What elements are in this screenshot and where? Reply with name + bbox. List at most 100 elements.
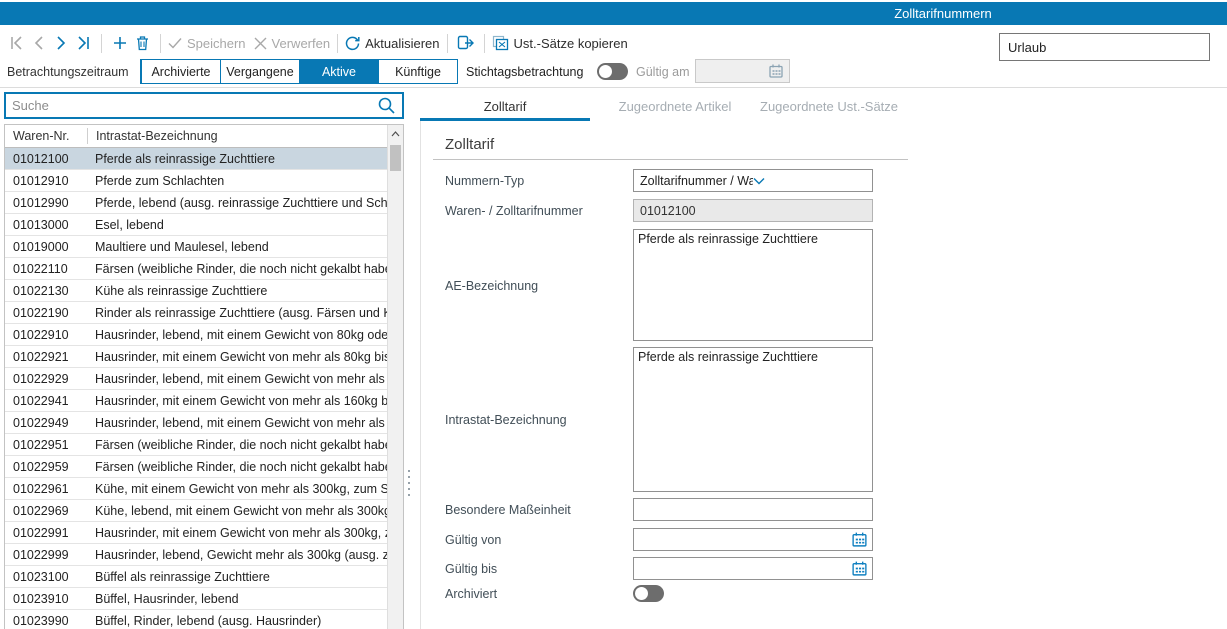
table-row[interactable]: 01022941 Hausrinder, mit einem Gewicht v…	[5, 390, 388, 412]
table-row[interactable]: 01022969 Kühe, lebend, mit einem Gewicht…	[5, 500, 388, 522]
toggle-knob	[635, 587, 648, 600]
stichtagsbetrachtung-toggle[interactable]	[597, 63, 628, 80]
copy-table-icon	[492, 35, 509, 51]
add-record-button[interactable]	[109, 32, 131, 54]
row-waren-nr: 01022949	[5, 416, 87, 430]
table-row[interactable]: 01022921 Hausrinder, mit einem Gewicht v…	[5, 346, 388, 368]
row-bezeichnung: Hausrinder, lebend, mit einem Gewicht vo…	[87, 328, 388, 342]
table-row[interactable]: 01022951 Färsen (weibliche Rinder, die n…	[5, 434, 388, 456]
row-waren-nr: 01023100	[5, 570, 87, 584]
row-bezeichnung: Rinder als reinrassige Zuchttiere (ausg.…	[87, 306, 388, 320]
table-row[interactable]: 01022999 Hausrinder, lebend, Gewicht meh…	[5, 544, 388, 566]
row-waren-nr: 01022999	[5, 548, 87, 562]
table-row[interactable]: 01022130 Kühe als reinrassige Zuchttiere	[5, 280, 388, 302]
first-record-button[interactable]	[6, 32, 28, 54]
quick-search-input[interactable]	[999, 33, 1210, 61]
pane-splitter[interactable]	[406, 470, 412, 496]
nummern-typ-select[interactable]: Zolltarifnummer / Warennummer	[633, 169, 873, 192]
zeitraum-segment[interactable]: Aktive	[299, 60, 378, 83]
table-row[interactable]: 01022190 Rinder als reinrassige Zuchttie…	[5, 302, 388, 324]
row-bezeichnung: Färsen (weibliche Rinder, die noch nicht…	[87, 438, 388, 452]
last-record-button[interactable]	[72, 32, 94, 54]
gueltig-von-datefield[interactable]	[633, 528, 873, 551]
scrollbar-thumb[interactable]	[390, 145, 401, 171]
row-waren-nr: 01012100	[5, 152, 87, 166]
row-waren-nr: 01022941	[5, 394, 87, 408]
warennummer-field: 01012100	[633, 199, 873, 222]
table-row[interactable]: 01019000 Maultiere und Maulesel, lebend	[5, 236, 388, 258]
row-bezeichnung: Esel, lebend	[87, 218, 388, 232]
panel-divider	[420, 121, 421, 629]
search-icon[interactable]	[377, 96, 396, 115]
table-row[interactable]: 01012100 Pferde als reinrassige Zuchttie…	[5, 148, 388, 170]
column-header-intrastat[interactable]: Intrastat-Bezeichnung	[88, 129, 388, 143]
row-waren-nr: 01022190	[5, 306, 87, 320]
table-row[interactable]: 01022961 Kühe, mit einem Gewicht von meh…	[5, 478, 388, 500]
toolbar-separator	[101, 34, 102, 53]
zeitraum-segmented-control: Archivierte Vergangene Aktive Künftige	[140, 59, 458, 84]
copy-record-button[interactable]	[455, 32, 477, 54]
row-bezeichnung: Hausrinder, lebend, mit einem Gewicht vo…	[87, 372, 388, 386]
row-bezeichnung: Maultiere und Maulesel, lebend	[87, 240, 388, 254]
row-waren-nr: 01012990	[5, 196, 87, 210]
table-row[interactable]: 01022910 Hausrinder, lebend, mit einem G…	[5, 324, 388, 346]
zeitraum-segment[interactable]: Archivierte	[141, 60, 220, 83]
detail-tab[interactable]: Zolltarif	[420, 95, 590, 121]
warennummer-label: Waren- / Zolltarifnummer	[445, 204, 583, 218]
table-row[interactable]: 01013000 Esel, lebend	[5, 214, 388, 236]
search-input[interactable]	[6, 98, 377, 113]
toolbar: Speichern Verwerfen Aktualisieren Ust.-S…	[0, 28, 1227, 58]
calendar-icon[interactable]	[851, 531, 868, 548]
detail-tab[interactable]: Zugeordnete Artikel	[590, 95, 760, 121]
refresh-icon	[345, 36, 360, 51]
refresh-button[interactable]: Aktualisieren	[345, 36, 439, 51]
toggle-knob	[599, 65, 612, 78]
previous-record-icon	[33, 36, 45, 50]
next-record-button[interactable]	[50, 32, 72, 54]
nummern-typ-value: Zolltarifnummer / Warennummer	[640, 174, 753, 188]
warennummer-value: 01012100	[640, 204, 696, 218]
table-row[interactable]: 01023100 Büffel als reinrassige Zuchttie…	[5, 566, 388, 588]
ae-bezeichnung-textarea[interactable]: Pferde als reinrassige Zuchttiere	[633, 229, 873, 341]
calendar-icon[interactable]	[851, 560, 868, 577]
column-header-waren-nr[interactable]: Waren-Nr.	[5, 128, 88, 144]
delete-record-button[interactable]	[131, 32, 153, 54]
table-row[interactable]: 01022110 Färsen (weibliche Rinder, die n…	[5, 258, 388, 280]
scroll-up-icon[interactable]	[388, 125, 403, 142]
row-waren-nr: 01013000	[5, 218, 87, 232]
zeitraum-segment-label: Vergangene	[226, 65, 293, 79]
discard-button[interactable]: Verwerfen	[254, 36, 331, 51]
archiviert-toggle[interactable]	[633, 585, 664, 602]
table-row[interactable]: 01022929 Hausrinder, lebend, mit einem G…	[5, 368, 388, 390]
table-header: Waren-Nr. Intrastat-Bezeichnung	[5, 125, 388, 148]
table-row[interactable]: 01023990 Büffel, Rinder, lebend (ausg. H…	[5, 610, 388, 629]
zeitraum-segment[interactable]: Künftige	[378, 60, 457, 83]
row-bezeichnung: Kühe, lebend, mit einem Gewicht von mehr…	[87, 504, 388, 518]
table-row[interactable]: 01023910 Büffel, Hausrinder, lebend	[5, 588, 388, 610]
title-bar: Zolltarifnummern	[0, 2, 1227, 25]
save-button[interactable]: Speichern	[168, 36, 246, 51]
previous-record-button[interactable]	[28, 32, 50, 54]
row-bezeichnung: Pferde zum Schlachten	[87, 174, 388, 188]
detail-tab[interactable]: Zugeordnete Ust.-Sätze	[760, 95, 898, 121]
copy-ust-button[interactable]: Ust.-Sätze kopieren	[492, 35, 628, 51]
zeitraum-segment-label: Künftige	[395, 65, 441, 79]
table-row[interactable]: 01022959 Färsen (weibliche Rinder, die n…	[5, 456, 388, 478]
calendar-icon	[768, 63, 784, 79]
intrastat-bezeichnung-textarea[interactable]: Pferde als reinrassige Zuchttiere	[633, 347, 873, 492]
gueltig-bis-datefield[interactable]	[633, 557, 873, 580]
table-row[interactable]: 01012990 Pferde, lebend (ausg. reinrassi…	[5, 192, 388, 214]
row-waren-nr: 01022991	[5, 526, 87, 540]
masseinheit-input[interactable]	[633, 498, 873, 521]
table-row[interactable]: 01022949 Hausrinder, lebend, mit einem G…	[5, 412, 388, 434]
table-row[interactable]: 01022991 Hausrinder, mit einem Gewicht v…	[5, 522, 388, 544]
row-waren-nr: 01023990	[5, 614, 87, 628]
gueltig-am-datefield[interactable]	[695, 59, 790, 83]
list-scrollbar[interactable]	[387, 125, 403, 629]
zeitraum-segment[interactable]: Vergangene	[220, 60, 299, 83]
row-waren-nr: 01012910	[5, 174, 87, 188]
section-title: Zolltarif	[445, 136, 494, 153]
table-row[interactable]: 01012910 Pferde zum Schlachten	[5, 170, 388, 192]
row-waren-nr: 01022951	[5, 438, 87, 452]
archiviert-label: Archiviert	[445, 587, 497, 601]
